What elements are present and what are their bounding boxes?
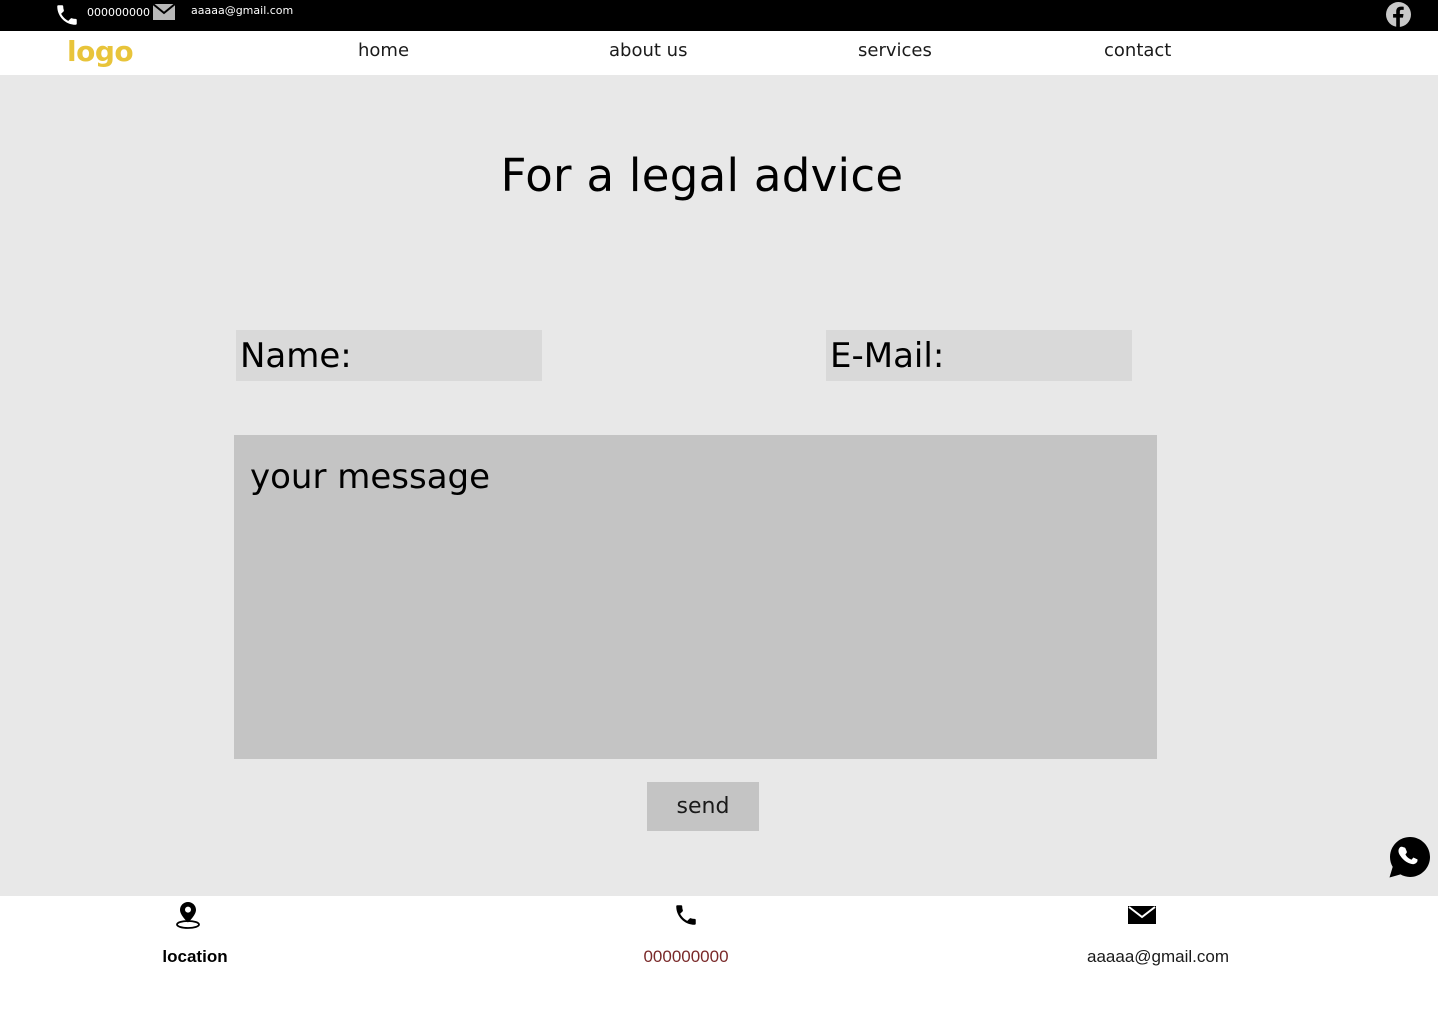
contact-section: For a legal advice send (0, 75, 1438, 896)
nav-link-contact[interactable]: contact (1104, 39, 1171, 63)
topbar-email[interactable]: aaaaa@gmail.com (191, 4, 293, 18)
location-pin-icon (174, 901, 202, 929)
footer-phone[interactable]: 000000000 (643, 946, 728, 968)
send-button[interactable]: send (647, 782, 759, 831)
nav-link-home[interactable]: home (358, 39, 409, 63)
nav-link-about-us[interactable]: about us (609, 39, 687, 63)
whatsapp-icon[interactable] (1388, 835, 1432, 879)
footer-email[interactable]: aaaaa@gmail.com (1087, 946, 1229, 968)
page-title: For a legal advice (500, 149, 904, 202)
main-navigation: logo home about us services contact (0, 31, 1438, 75)
message-textarea[interactable] (234, 435, 1157, 759)
topbar-phone[interactable]: 000000000 (87, 6, 150, 20)
facebook-icon[interactable] (1384, 0, 1412, 28)
nav-link-services[interactable]: services (858, 39, 932, 63)
phone-icon (53, 1, 81, 29)
phone-icon (672, 901, 700, 929)
top-contact-bar: 000000000 aaaaa@gmail.com (0, 0, 1438, 31)
email-field[interactable] (826, 330, 1132, 381)
footer-location[interactable]: location (162, 946, 227, 968)
footer: location 000000000 aaaaa@gmail.com (0, 896, 1438, 1021)
mail-icon (152, 2, 176, 22)
logo[interactable]: logo (67, 34, 134, 70)
name-field[interactable] (236, 330, 542, 381)
mail-icon (1128, 901, 1156, 929)
